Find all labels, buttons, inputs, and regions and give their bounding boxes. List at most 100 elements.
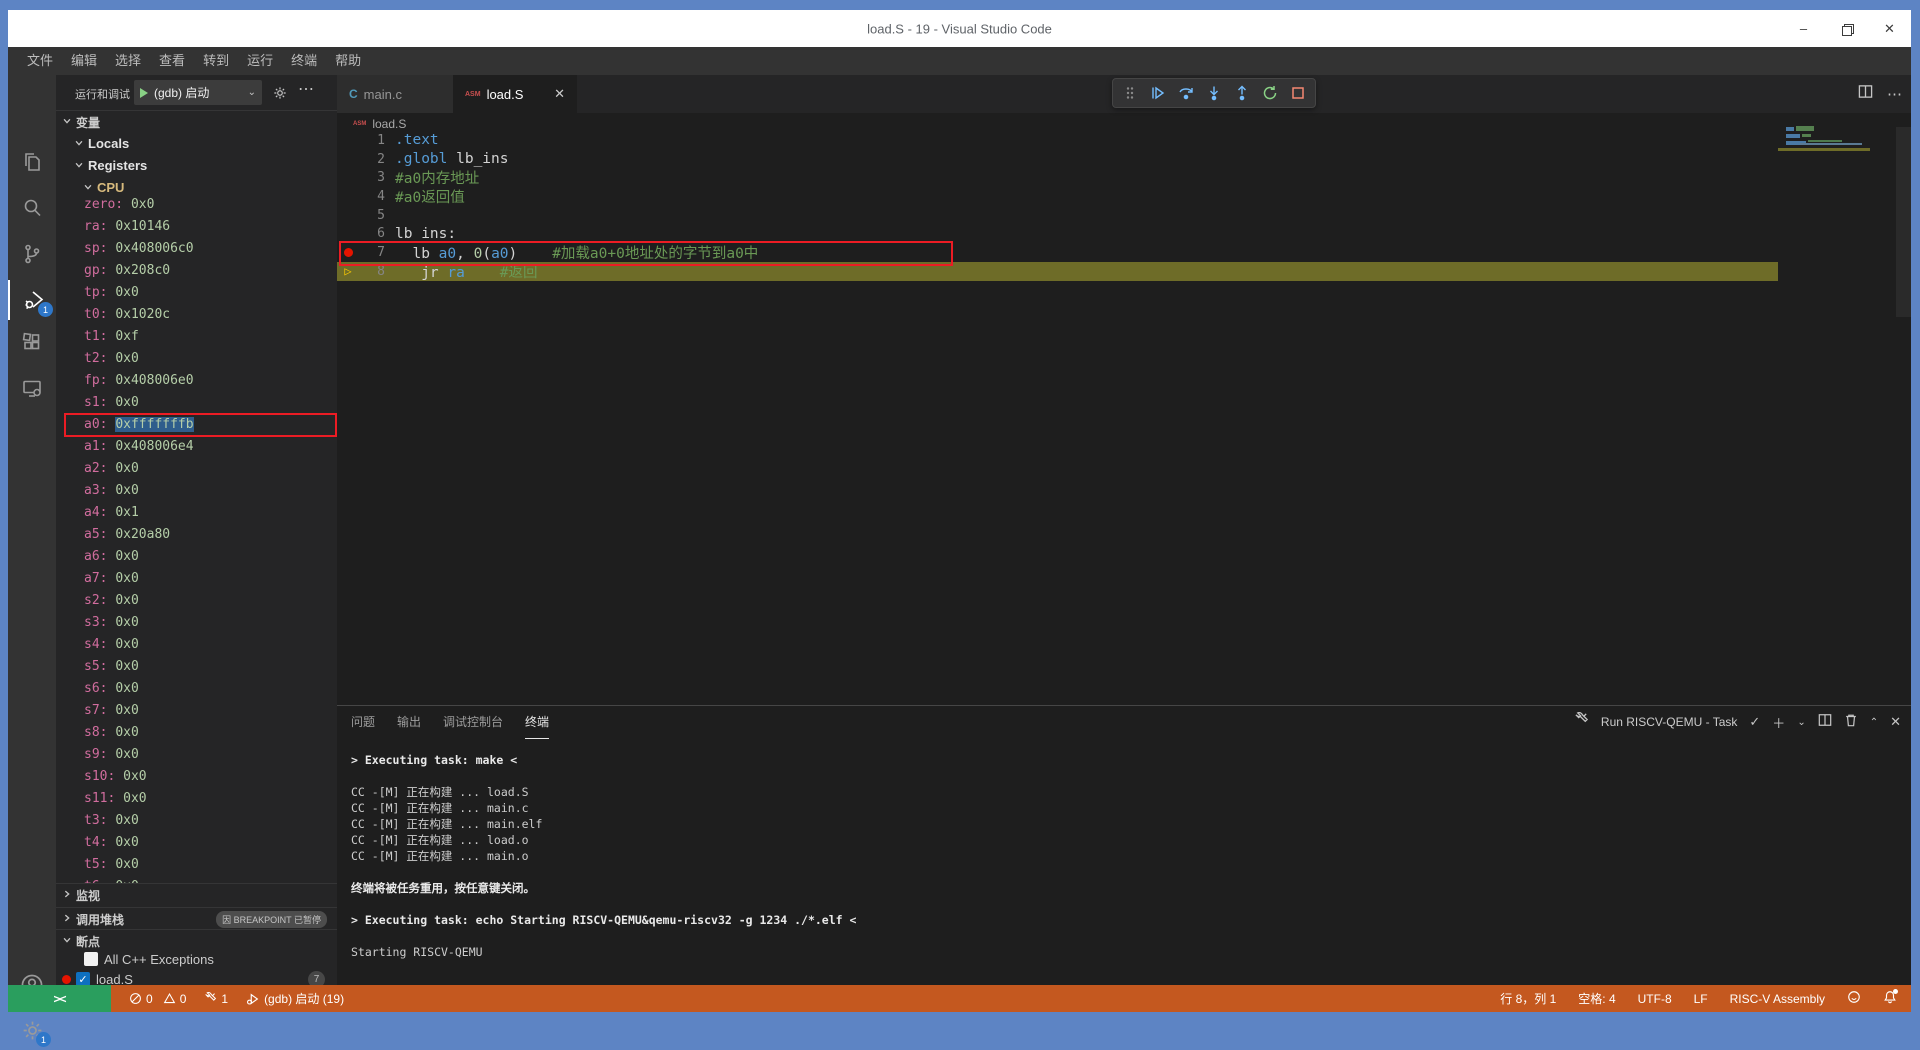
step-into-button[interactable] xyxy=(1203,82,1225,104)
panel-tab[interactable]: 调试控制台 xyxy=(443,706,503,738)
step-out-button[interactable] xyxy=(1231,82,1253,104)
new-terminal-icon[interactable]: ＋ xyxy=(1772,713,1785,732)
register-row[interactable]: s10: 0x0 xyxy=(56,766,337,788)
close-tab-icon[interactable]: ✕ xyxy=(554,86,565,102)
maximize-panel-icon[interactable]: ⌃ xyxy=(1870,717,1878,728)
code-line[interactable]: ▷8 jr ra #返回 xyxy=(337,262,1778,281)
editor-more-actions-icon[interactable]: ⋯ xyxy=(1887,85,1903,103)
register-row[interactable]: s1: 0x0 xyxy=(56,392,337,414)
register-row[interactable]: a3: 0x0 xyxy=(56,480,337,502)
close-button[interactable]: ✕ xyxy=(1868,10,1911,47)
register-row[interactable]: t1: 0xf xyxy=(56,326,337,348)
remote-explorer-icon[interactable] xyxy=(8,368,56,408)
code-line[interactable]: 1.text xyxy=(337,131,1911,150)
register-row[interactable]: t0: 0x1020c xyxy=(56,304,337,326)
settings-gear-icon[interactable]: 1 xyxy=(8,1010,56,1050)
feedback-smiley-icon[interactable] xyxy=(1847,990,1861,1007)
register-row[interactable]: t5: 0x0 xyxy=(56,854,337,876)
register-row[interactable]: a1: 0x408006e4 xyxy=(56,436,337,458)
terminal-output[interactable]: > Executing task: make < CC -[M] 正在构建 ..… xyxy=(351,752,1891,960)
breakpoint-item-exceptions[interactable]: All C++ Exceptions xyxy=(56,948,337,970)
explorer-icon[interactable] xyxy=(8,142,56,182)
debug-session-status[interactable]: (gdb) 启动 (19) xyxy=(246,990,344,1007)
search-icon[interactable] xyxy=(8,188,56,228)
register-row[interactable]: a5: 0x20a80 xyxy=(56,524,337,546)
register-row[interactable]: a0: 0xfffffffb xyxy=(56,414,337,436)
code-line[interactable]: 5 xyxy=(337,206,1911,225)
variables-section-header[interactable]: 变量 xyxy=(56,110,337,133)
toolbar-drag-handle[interactable] xyxy=(1119,82,1141,104)
remote-indicator[interactable]: >< xyxy=(8,985,111,1012)
code-line[interactable]: 7 lb a0, 0(a0) #加载a0+0地址处的字节到a0中 xyxy=(337,243,1911,262)
register-row[interactable]: t6: 0x0 xyxy=(56,876,337,883)
running-tasks-status[interactable]: 1 xyxy=(204,992,228,1006)
extensions-icon[interactable] xyxy=(8,322,56,362)
split-terminal-icon[interactable] xyxy=(1818,713,1832,732)
tab-load-s[interactable]: ASM load.S ✕ xyxy=(453,75,577,113)
menu-item[interactable]: 终端 xyxy=(282,47,326,75)
source-control-icon[interactable] xyxy=(8,234,56,274)
editor-scrollbar[interactable] xyxy=(1896,127,1911,317)
step-over-button[interactable] xyxy=(1175,82,1197,104)
register-row[interactable]: s6: 0x0 xyxy=(56,678,337,700)
panel-tab[interactable]: 终端 xyxy=(525,706,549,739)
register-row[interactable]: t4: 0x0 xyxy=(56,832,337,854)
menu-item[interactable]: 选择 xyxy=(106,47,150,75)
start-debug-icon[interactable] xyxy=(140,88,148,98)
debug-settings-gear-icon[interactable] xyxy=(272,85,288,106)
restore-button[interactable] xyxy=(1825,10,1868,47)
register-row[interactable]: s3: 0x0 xyxy=(56,612,337,634)
kill-terminal-icon[interactable] xyxy=(1844,713,1858,732)
watch-section-header[interactable]: 监视 xyxy=(56,883,337,906)
register-row[interactable]: a6: 0x0 xyxy=(56,546,337,568)
register-row[interactable]: s11: 0x0 xyxy=(56,788,337,810)
register-row[interactable]: a2: 0x0 xyxy=(56,458,337,480)
language-mode-status[interactable]: RISC-V Assembly xyxy=(1730,992,1825,1006)
split-editor-icon[interactable] xyxy=(1858,84,1873,104)
tree-item-registers[interactable]: Registers xyxy=(56,154,337,176)
register-row[interactable]: ra: 0x10146 xyxy=(56,216,337,238)
code-line[interactable]: 2.globl lb_ins xyxy=(337,150,1911,169)
launch-config-dropdown[interactable]: (gdb) 启动 ⌄ xyxy=(134,80,262,105)
register-row[interactable]: t3: 0x0 xyxy=(56,810,337,832)
cursor-position-status[interactable]: 行 8，列 1 xyxy=(1500,990,1556,1007)
menu-item[interactable]: 转到 xyxy=(194,47,238,75)
code-line[interactable]: 4#a0返回值 xyxy=(337,187,1911,206)
menu-item[interactable]: 帮助 xyxy=(326,47,370,75)
menu-item[interactable]: 编辑 xyxy=(62,47,106,75)
encoding-status[interactable]: UTF-8 xyxy=(1638,992,1672,1006)
minimize-button[interactable]: – xyxy=(1782,10,1825,47)
register-row[interactable]: tp: 0x0 xyxy=(56,282,337,304)
panel-tab[interactable]: 输出 xyxy=(397,706,421,738)
register-row[interactable]: s8: 0x0 xyxy=(56,722,337,744)
sidebar-more-actions[interactable]: ⋯ xyxy=(298,79,315,99)
register-row[interactable]: fp: 0x408006e0 xyxy=(56,370,337,392)
register-row[interactable]: zero: 0x0 xyxy=(56,194,337,216)
problems-status[interactable]: 0 0 xyxy=(129,992,186,1006)
run-debug-icon[interactable]: 1 xyxy=(8,280,58,320)
panel-tab[interactable]: 问题 xyxy=(351,706,375,738)
current-line-arrow-icon[interactable]: ▷ xyxy=(337,264,359,278)
notifications-bell-icon[interactable] xyxy=(1883,990,1897,1007)
register-row[interactable]: s5: 0x0 xyxy=(56,656,337,678)
code-line[interactable]: 3#a0内存地址 xyxy=(337,168,1911,187)
menu-item[interactable]: 运行 xyxy=(238,47,282,75)
eol-status[interactable]: LF xyxy=(1694,992,1708,1006)
tab-main-c[interactable]: C main.c xyxy=(337,75,453,113)
close-panel-icon[interactable]: ✕ xyxy=(1890,714,1901,730)
checkbox-checked[interactable]: ✓ xyxy=(76,972,90,985)
menu-item[interactable]: 查看 xyxy=(150,47,194,75)
continue-button[interactable] xyxy=(1147,82,1169,104)
call-stack-section-header[interactable]: 调用堆栈 因 BREAKPOINT 已暂停 xyxy=(56,907,337,930)
menu-item[interactable]: 文件 xyxy=(18,47,62,75)
indentation-status[interactable]: 空格: 4 xyxy=(1578,990,1615,1007)
register-row[interactable]: sp: 0x408006c0 xyxy=(56,238,337,260)
register-row[interactable]: t2: 0x0 xyxy=(56,348,337,370)
breakpoint-gutter-icon[interactable] xyxy=(337,248,359,257)
register-row[interactable]: a7: 0x0 xyxy=(56,568,337,590)
code-line[interactable]: 6lb_ins: xyxy=(337,224,1911,243)
stop-button[interactable] xyxy=(1287,82,1309,104)
terminal-dropdown-icon[interactable]: ⌄ xyxy=(1797,717,1805,728)
register-row[interactable]: s7: 0x0 xyxy=(56,700,337,722)
checkbox-unchecked[interactable] xyxy=(84,952,98,966)
